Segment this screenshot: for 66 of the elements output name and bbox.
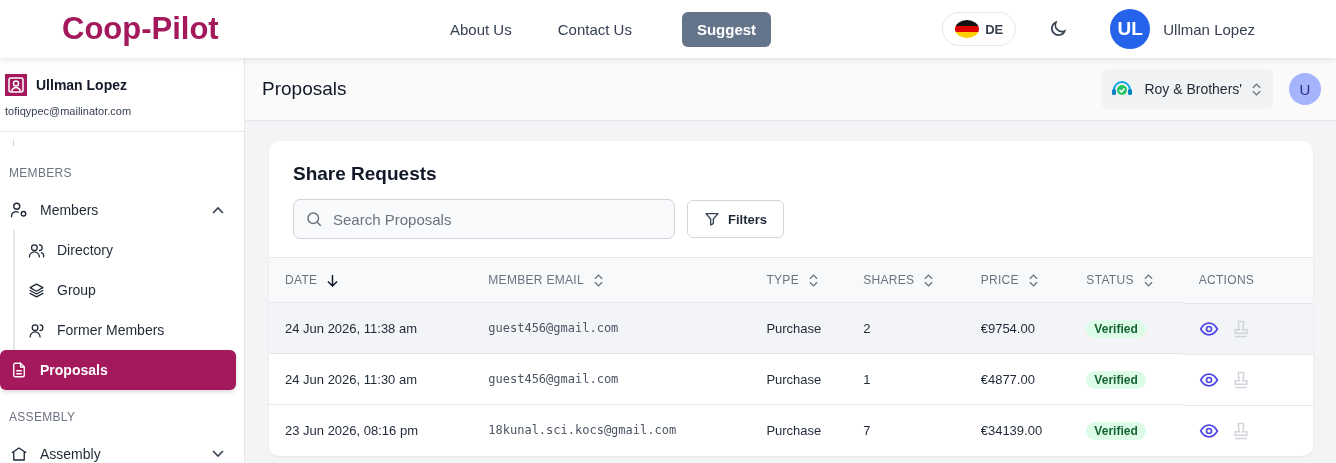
- suggest-button[interactable]: Suggest: [681, 11, 772, 47]
- flag-icon: [955, 20, 980, 38]
- arrow-down-icon: [327, 273, 339, 287]
- table-cell: 1: [847, 353, 965, 405]
- users-gear-icon: [10, 201, 28, 219]
- layers-icon: [28, 281, 45, 299]
- column-header[interactable]: TYPE: [766, 273, 799, 287]
- column-header[interactable]: STATUS: [1086, 273, 1134, 287]
- table-cell: €34139.00: [964, 404, 1071, 456]
- column-header: ACTIONS: [1198, 273, 1255, 288]
- section-heading: MEMBERS: [8, 165, 73, 182]
- column-header[interactable]: SHARES: [863, 273, 915, 287]
- sort-icon: [924, 273, 934, 287]
- page-title: Proposals: [262, 78, 347, 100]
- sidebar-item[interactable]: Directory: [28, 230, 244, 270]
- sidebar-item[interactable]: Former Members: [28, 310, 244, 350]
- status-badge: Verified: [1086, 421, 1146, 440]
- building-icon: [10, 445, 28, 463]
- table-cell: 7: [847, 404, 965, 456]
- status-badge: Verified: [1086, 319, 1146, 338]
- nav-link[interactable]: Contact Us: [557, 20, 632, 38]
- table-cell: 24 Jun 2026, 11:30 am: [269, 353, 473, 405]
- sidebar-item[interactable]: Assembly: [0, 434, 244, 463]
- card-title: Share Requests: [292, 162, 438, 185]
- user-avatar[interactable]: U: [1289, 73, 1321, 105]
- profile-name: Ullman Lopez: [36, 77, 127, 93]
- user-name: Ullman Lopez: [1163, 20, 1255, 38]
- sidebar-item[interactable]: Group: [28, 270, 244, 310]
- user-icon: [28, 321, 45, 339]
- moon-icon[interactable]: [1048, 19, 1069, 39]
- column-header[interactable]: DATE: [285, 273, 318, 287]
- app-logo[interactable]: Coop-Pilot: [62, 11, 450, 47]
- search-icon: [305, 210, 323, 228]
- table-cell: 24 Jun 2026, 11:38 am: [269, 302, 473, 354]
- search-field[interactable]: Search Proposals: [293, 199, 675, 239]
- sort-icon: [1252, 82, 1261, 96]
- sort-icon: [1028, 273, 1038, 287]
- sort-icon: [808, 273, 818, 287]
- document-icon: [10, 361, 28, 379]
- sidebar-item[interactable]: Proposals: [0, 350, 236, 390]
- table-cell: guest456@gmail.com: [472, 302, 751, 354]
- table-cell: Purchase: [750, 404, 848, 456]
- table-cell: Purchase: [750, 353, 848, 405]
- section-heading: ASSEMBLY: [8, 409, 77, 426]
- nav-link[interactable]: About Us: [450, 20, 512, 38]
- user-avatar[interactable]: UL: [1110, 9, 1151, 49]
- language-button[interactable]: DE: [942, 12, 1017, 46]
- sidebar-item[interactable]: Members: [0, 190, 244, 230]
- users-icon: [28, 241, 45, 259]
- filters-button[interactable]: Filters: [687, 200, 784, 238]
- filter-icon: [704, 211, 720, 227]
- profile-email: tofiqypec@mailinator.com: [5, 105, 133, 117]
- table-cell: €9754.00: [964, 302, 1071, 354]
- sort-icon: [593, 273, 603, 287]
- table-cell: 18kunal.sci.kocs@gmail.com: [472, 404, 751, 456]
- table-cell: guest456@gmail.com: [472, 353, 751, 405]
- column-header[interactable]: PRICE: [980, 273, 1019, 287]
- table-cell: Purchase: [750, 302, 848, 354]
- column-header[interactable]: MEMBER EMAIL: [488, 273, 584, 287]
- status-badge: Verified: [1086, 370, 1146, 389]
- user-icon: [5, 74, 27, 96]
- table-cell: 23 Jun 2026, 08:16 pm: [269, 404, 473, 456]
- organization-selector[interactable]: Roy & Brothers': [1102, 69, 1273, 109]
- table-cell: €4877.00: [964, 353, 1071, 405]
- sort-icon: [1143, 273, 1153, 287]
- table-cell: 2: [847, 302, 965, 354]
